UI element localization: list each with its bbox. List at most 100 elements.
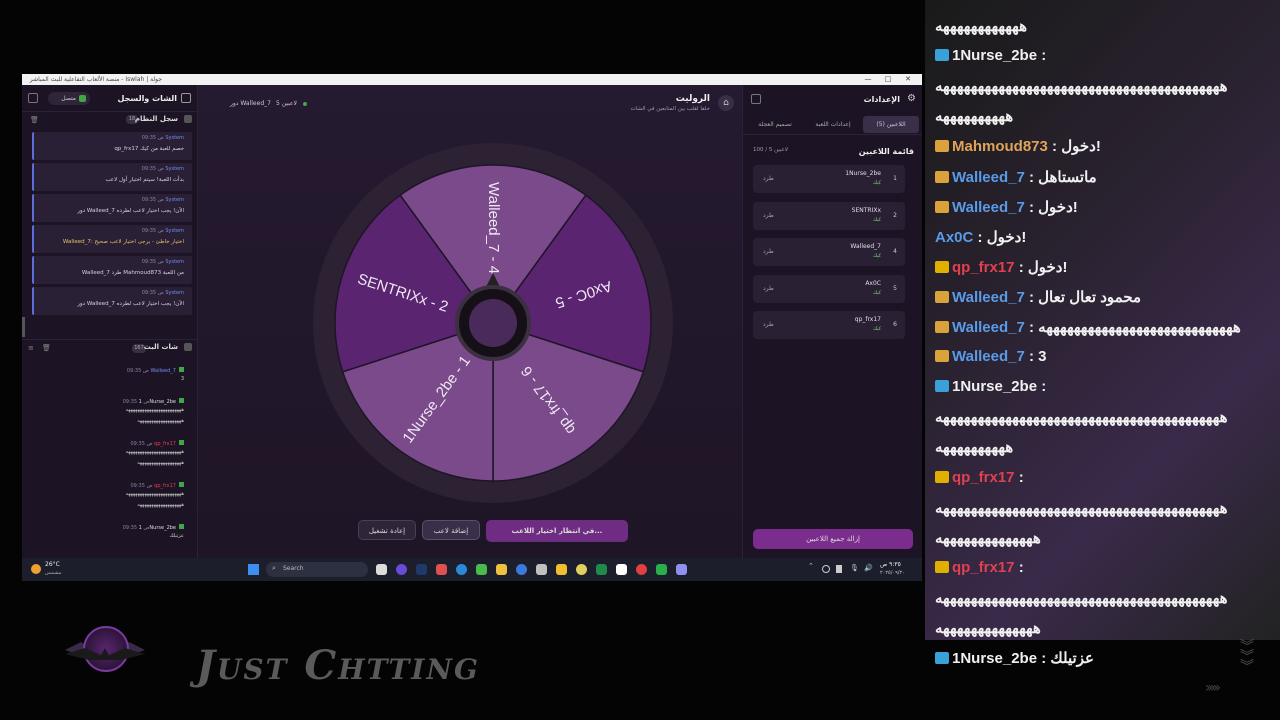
roulette-wheel[interactable]: Walleed_7 - 4Ax0C - 5qp_frx17 - 61Nurse_… [310, 140, 676, 506]
tab-game-settings[interactable]: إعدادات اللعبة [805, 121, 861, 128]
collapse-panel-icon[interactable] [28, 93, 38, 103]
stream-chat-line: هههههههههههههههههههههههههههههههههههههههه… [935, 77, 1228, 95]
player-row[interactable]: 2 SENTRIXx كيك طرد [753, 201, 905, 230]
stream-chat-header: ≡ 🗑 167 شات البث [22, 339, 198, 355]
excel-icon[interactable] [596, 564, 607, 575]
player-row[interactable]: 4 Walleed_7 كيك طرد [753, 238, 905, 266]
stream-chat-username: Walleed_7 [952, 288, 1025, 306]
player-row[interactable]: 1 1Nurse_2be كيك طرد [753, 165, 905, 193]
taskbar-search[interactable]: ⌕ Search [266, 562, 368, 577]
window-title: منصة الألعاب التفاعلية للبث المباشر - Is… [29, 76, 162, 83]
log-source: System [165, 135, 184, 141]
waiting-selection-button[interactable]: في انتظار اختيار اللاعب... [486, 520, 628, 542]
maximize-button[interactable]: □ [878, 74, 898, 85]
chat-icon [184, 343, 192, 351]
windows-start-icon[interactable] [248, 564, 259, 575]
stream-chat-username: 1Nurse_2be [952, 378, 1038, 396]
chrome-icon[interactable] [516, 564, 527, 575]
tab-wheel-design[interactable]: تصميم العجلة [747, 121, 803, 128]
kick-icon [179, 524, 184, 529]
task-view-icon[interactable] [376, 564, 387, 575]
tray-app-icon[interactable] [822, 565, 830, 573]
stream-chat-text: ماتستاهل [1038, 168, 1097, 186]
stream-chat-username: qp_frx17 [952, 258, 1015, 276]
kick-player-button[interactable]: طرد [763, 175, 774, 182]
players-online: 5 لاعبين [276, 100, 297, 107]
player-name: SENTRIXx [851, 206, 881, 214]
chat-message: 09:35 ص 1Nurse_2be عزتيلك [30, 524, 190, 545]
sub-badge-icon [935, 470, 949, 483]
chat-text: ههههههههههههههههههههههههه [125, 449, 184, 455]
stream-chat-line: هههههههههههههههههههههههههههههههههههههههه… [935, 408, 1228, 426]
xbox-icon[interactable] [656, 564, 667, 575]
chat-time: 09:35 ص [126, 368, 149, 374]
stream-chat-text: ههههههههههههههه [935, 529, 1041, 547]
crown-badge-icon [935, 290, 949, 303]
stream-chat-username: Walleed_7 [952, 198, 1025, 216]
log-source: System [165, 290, 184, 296]
scrollbar[interactable] [22, 317, 25, 337]
stream-chat-line: 1Nurse_2be : [935, 47, 1046, 64]
app-window: منصة الألعاب التفاعلية للبث المباشر - Is… [22, 74, 922, 558]
minimize-button[interactable]: — [858, 74, 878, 85]
player-index: 2 [893, 211, 897, 219]
remove-all-players-button[interactable]: إزالة جميع اللاعبين [753, 529, 913, 549]
spotify-icon[interactable] [476, 564, 487, 575]
player-row[interactable]: 6 qp_frx17 كيك طرد [753, 311, 905, 339]
kick-player-button[interactable]: طرد [763, 248, 774, 255]
app-icon[interactable] [636, 564, 647, 575]
connection-status-badge: متصل [48, 92, 90, 105]
chat-message: 09:35 ص qp_frx17 هههههههههههههههههههههههه… [30, 440, 190, 472]
player-name: Ax0C [865, 279, 881, 287]
kick-player-button[interactable]: طرد [763, 285, 774, 292]
add-player-button[interactable]: إضافة لاعب [422, 520, 480, 540]
stream-chat-username: qp_frx17 [952, 558, 1015, 576]
obs-icon[interactable] [536, 564, 547, 575]
log-time: 09:35 ص [141, 135, 164, 141]
collapse-panel-icon[interactable] [751, 94, 761, 104]
kick-icon [179, 398, 184, 403]
player-row[interactable]: 5 Ax0C كيك طرد [753, 274, 905, 303]
stream-chat-line: ههههههههههههه [935, 17, 1027, 35]
home-icon[interactable]: ⌂ [718, 95, 734, 111]
title-bar: منصة الألعاب التفاعلية للبث المباشر - Is… [22, 74, 922, 85]
chevron-up-icon[interactable]: ⌃ [808, 562, 814, 570]
clock-date[interactable]: ٢٠٢٥/٠٩/٢٠ [880, 570, 905, 576]
player-source: كيك [872, 326, 881, 332]
wheel-segment-label: Walleed_7 - 4 [485, 182, 502, 274]
stream-chat-text: ههههههههههه [935, 108, 1014, 126]
pencil-icon[interactable] [576, 564, 587, 575]
status-label: متصل [61, 95, 76, 102]
app-icon[interactable] [556, 564, 567, 575]
messenger-icon[interactable] [456, 564, 467, 575]
clock-time[interactable]: ٩:٣٥ ص [880, 561, 901, 568]
log-source: System [165, 259, 184, 265]
stream-chat-line: Mahmoud873 : دخول! [935, 137, 1101, 155]
stream-chat-username: Walleed_7 [952, 348, 1025, 366]
chrome-icon[interactable] [496, 564, 507, 575]
bat-logo [55, 620, 155, 710]
capcut-icon[interactable] [616, 564, 627, 575]
steam-icon[interactable] [416, 564, 427, 575]
settings-icon[interactable] [676, 564, 687, 575]
stream-chat-text: ههههههههههههههههههههههههههههه [1038, 319, 1241, 336]
microphone-icon[interactable]: 🎙 [850, 564, 859, 572]
tab-players[interactable]: اللاعبين (5) [863, 116, 919, 133]
trash-icon[interactable]: 🗑 [42, 344, 51, 352]
close-button[interactable]: ✕ [898, 74, 918, 85]
kick-player-button[interactable]: طرد [763, 212, 774, 219]
settings-title: الإعدادات [863, 95, 900, 104]
menu-icon[interactable]: ≡ [28, 344, 34, 352]
kick-player-button[interactable]: طرد [763, 321, 774, 328]
log-header: 09:35 ص System [142, 197, 184, 203]
restart-button[interactable]: إعادة تشغيل [358, 520, 416, 540]
sun-icon [31, 564, 41, 574]
player-name: 1Nurse_2be [845, 170, 881, 177]
trash-icon[interactable]: 🗑 [30, 116, 39, 124]
stream-chat-text: 3 [1038, 348, 1047, 366]
volume-icon[interactable]: 🔊 [864, 564, 873, 572]
tray-app-icon[interactable] [836, 565, 842, 573]
stream-chat-line: ههههههههههه [935, 438, 1013, 456]
discord-icon[interactable] [396, 564, 407, 575]
brave-icon[interactable] [436, 564, 447, 575]
